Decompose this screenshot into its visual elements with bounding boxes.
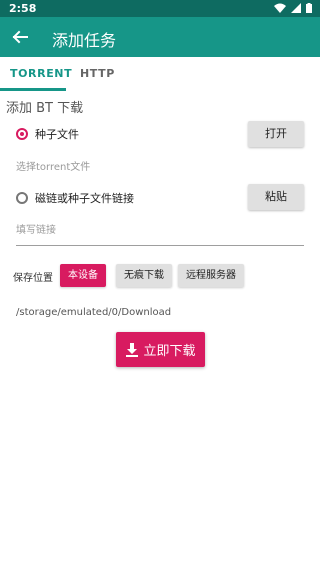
- back-button[interactable]: [8, 25, 32, 49]
- download-label: 立即下载: [143, 344, 196, 359]
- torrent-file-radio[interactable]: 种子文件: [16, 126, 79, 142]
- status-time: 2:58: [9, 2, 37, 15]
- radio-unchecked-icon: [16, 192, 28, 204]
- download-now-button[interactable]: 立即下载: [116, 332, 205, 367]
- paste-button[interactable]: 粘贴: [248, 184, 304, 210]
- open-button[interactable]: 打开: [248, 121, 304, 147]
- section-title: 添加 BT 下载: [6, 101, 84, 116]
- battery-icon: [306, 3, 312, 13]
- arrow-left-icon: [12, 30, 28, 44]
- torrent-file-hint[interactable]: 选择torrent文件: [16, 158, 90, 173]
- tab-http[interactable]: HTTP: [80, 67, 115, 80]
- save-location-label: 保存位置: [13, 273, 53, 284]
- download-icon: [126, 342, 139, 357]
- magnet-link-label: 磁链或种子文件链接: [35, 192, 134, 205]
- status-bar: 2:58: [0, 0, 320, 17]
- status-icons: [274, 3, 312, 13]
- radio-checked-icon: [16, 128, 28, 140]
- link-input[interactable]: 填写链接: [16, 221, 56, 236]
- save-device-chip[interactable]: 本设备: [60, 264, 106, 287]
- save-private-chip[interactable]: 无痕下载: [116, 264, 172, 287]
- link-input-underline: [16, 245, 304, 246]
- page-title: 添加任务: [52, 31, 117, 50]
- wifi-icon: [274, 3, 286, 13]
- app-bar: 添加任务: [0, 17, 320, 57]
- save-remote-chip[interactable]: 远程服务器: [178, 264, 244, 287]
- magnet-link-radio[interactable]: 磁链或种子文件链接: [16, 190, 134, 206]
- download-path: /storage/emulated/0/Download: [16, 307, 172, 318]
- torrent-file-label: 种子文件: [35, 128, 79, 141]
- signal-icon: [291, 3, 301, 13]
- tab-bar: TORRENT HTTP: [0, 57, 320, 91]
- tab-indicator: [0, 88, 66, 91]
- tab-torrent[interactable]: TORRENT: [10, 67, 72, 80]
